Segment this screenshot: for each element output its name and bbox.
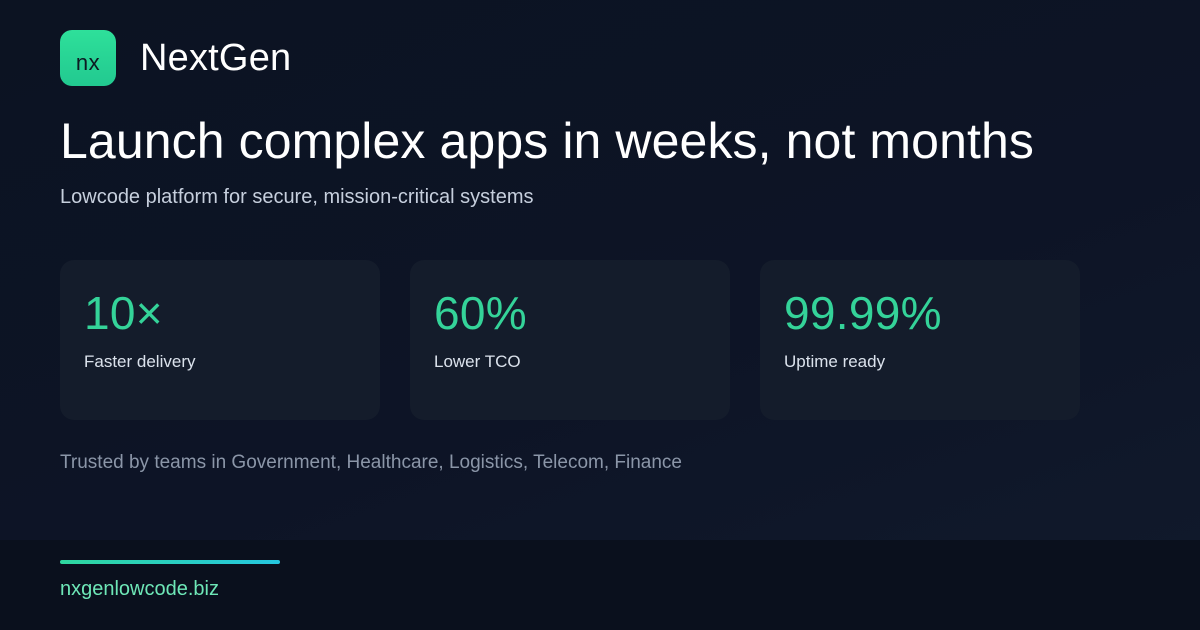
brand-logo: nx xyxy=(60,30,116,86)
headline: Launch complex apps in weeks, not months xyxy=(60,113,1034,169)
footer-bar: nxgenlowcode.biz xyxy=(0,540,1200,630)
stat-card-tco: 60% Lower TCO xyxy=(410,260,730,420)
stat-value: 99.99% xyxy=(784,287,942,339)
brand-header: nx NextGen xyxy=(60,30,291,86)
subheadline: Lowcode platform for secure, mission-cri… xyxy=(60,186,534,208)
stat-label: Lower TCO xyxy=(434,352,521,371)
social-card: nx NextGen Launch complex apps in weeks,… xyxy=(0,0,1200,630)
stat-card-uptime: 99.99% Uptime ready xyxy=(760,260,1080,420)
brand-name: NextGen xyxy=(140,36,292,79)
website-link[interactable]: nxgenlowcode.biz xyxy=(60,578,219,601)
footer-accent-line xyxy=(60,560,280,564)
stat-value: 60% xyxy=(434,287,527,339)
stat-label: Faster delivery xyxy=(84,352,196,371)
stat-card-delivery: 10× Faster delivery xyxy=(60,260,380,420)
trusted-by-text: Trusted by teams in Government, Healthca… xyxy=(60,452,682,473)
stats-row: 10× Faster delivery 60% Lower TCO 99.99%… xyxy=(60,260,1080,420)
stat-label: Uptime ready xyxy=(784,352,886,371)
logo-text: nx xyxy=(75,50,101,75)
stat-value: 10× xyxy=(84,287,163,339)
